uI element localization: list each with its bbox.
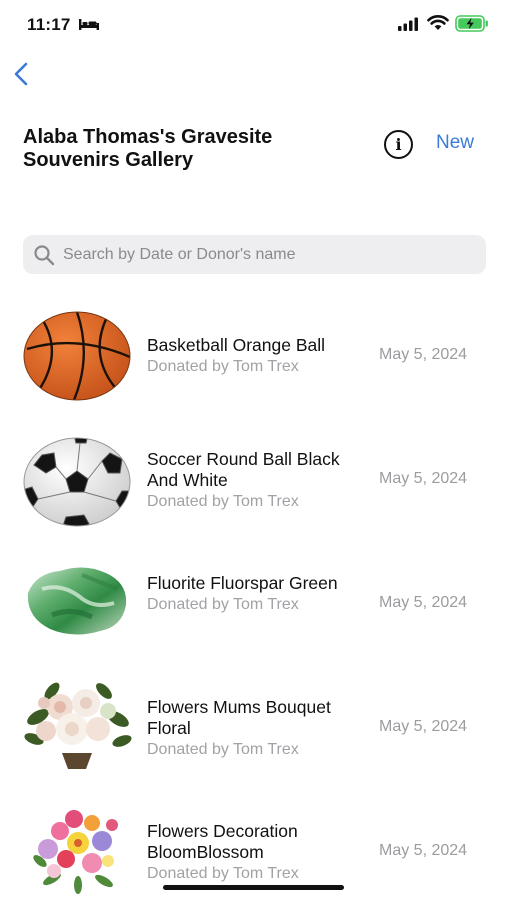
item-name: Fluorite Fluorspar Green [147,573,338,593]
flower-decoration-image [33,810,118,894]
item-date: May 5, 2024 [379,346,468,363]
search-icon [34,245,55,266]
fluorite-stone-image [27,567,127,635]
item-date: May 5, 2024 [379,594,468,611]
list-item[interactable]: Fluorite Fluorspar Green Donated by Tom … [0,538,507,662]
info-button[interactable]: i [384,130,413,159]
mums-bouquet-image [24,682,132,769]
item-donor: Donated by Tom Trex [147,358,299,375]
item-donor: Donated by Tom Trex [147,596,299,613]
item-name: Flowers Mums Bouquet Floral [147,697,331,738]
item-date: May 5, 2024 [379,842,468,859]
item-date: May 5, 2024 [379,470,468,487]
item-name: Basketball Orange Ball [147,335,326,355]
signal-icon [398,17,418,31]
basketball-image [23,311,131,401]
page-title: Alaba Thomas's Gravesite Souvenirs Galle… [23,126,273,171]
list-item[interactable]: Basketball Orange Ball Donated by Tom Tr… [0,290,507,414]
search-bar[interactable] [23,235,486,274]
list-item[interactable]: Soccer Round Ball Black And White Donate… [0,414,507,538]
item-donor: Donated by Tom Trex [147,493,299,510]
item-date: May 5, 2024 [379,718,468,735]
status-bar: 11:17 [0,0,507,50]
home-indicator[interactable] [163,885,344,890]
item-donor: Donated by Tom Trex [147,741,299,758]
battery-charging-icon [455,15,488,32]
bed-icon [79,19,99,30]
list-item[interactable]: Flowers Decoration BloomBlossom Donated … [0,786,507,900]
item-donor: Donated by Tom Trex [147,865,299,882]
info-circle-icon: i [395,135,402,154]
chevron-left-icon [14,62,28,86]
soccer-ball-image [23,437,131,527]
new-button[interactable]: New [436,132,474,156]
gallery-screen: 11:17 Alaba Thomas's Gravesite Souvenirs… [0,0,507,900]
search-input[interactable] [63,235,473,274]
back-button[interactable] [8,58,38,90]
wifi-icon [427,15,449,30]
item-name: Flowers Decoration BloomBlossom [147,821,298,862]
list-item[interactable]: Flowers Mums Bouquet Floral Donated by T… [0,662,507,786]
item-name: Soccer Round Ball Black And White [147,449,340,490]
status-time: 11:17 [27,15,71,34]
